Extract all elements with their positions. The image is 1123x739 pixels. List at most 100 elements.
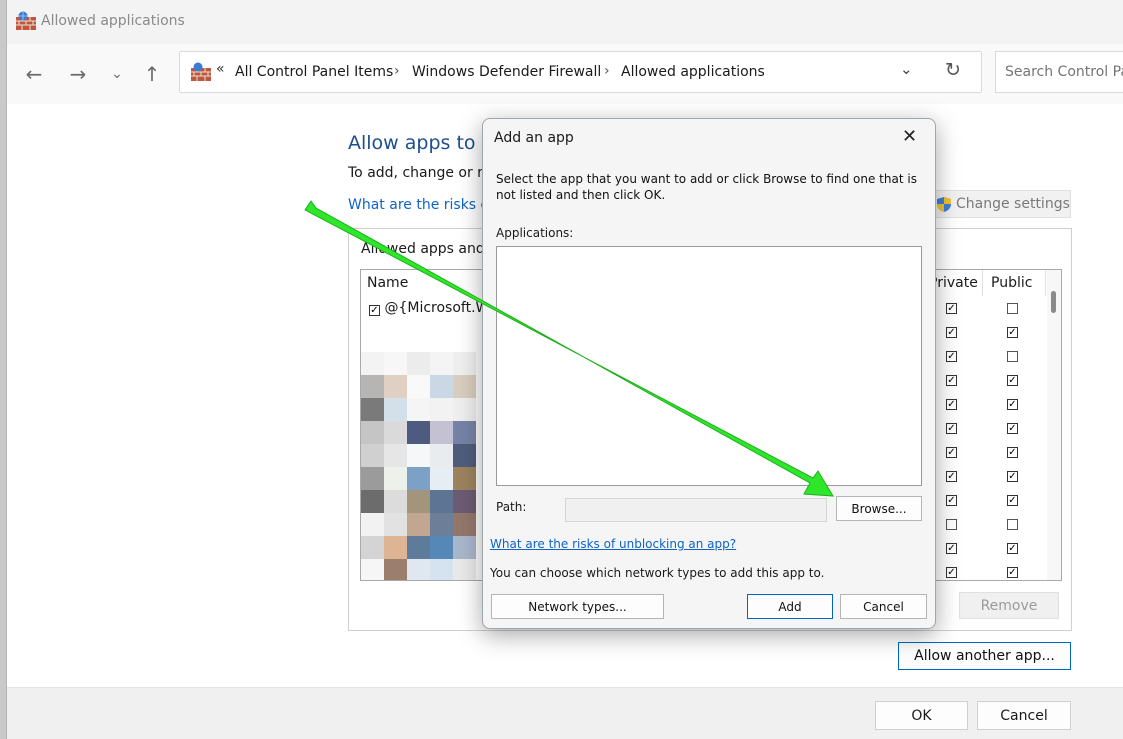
browse-button[interactable]: Browse... [836, 496, 922, 521]
private-network-checkbox[interactable] [946, 327, 957, 338]
recent-locations-chevron-icon[interactable]: ⌄ [104, 61, 130, 87]
public-network-checkbox[interactable] [1007, 447, 1018, 458]
allowed-apps-group-label: Allowed apps and [361, 241, 485, 257]
private-network-checkbox[interactable] [946, 447, 957, 458]
pixelated-tile [384, 398, 407, 421]
search-input[interactable] [995, 51, 1123, 93]
pixelated-tile [453, 398, 476, 421]
public-network-checkbox[interactable] [1007, 375, 1018, 386]
close-icon[interactable]: ✕ [902, 126, 917, 147]
pixelated-tile [430, 513, 453, 536]
breadcrumb-separator-icon[interactable]: › [604, 63, 610, 79]
pixelated-tile [453, 490, 476, 513]
private-network-checkbox[interactable] [946, 519, 957, 530]
dialog-cancel-button[interactable]: Cancel [840, 594, 927, 619]
network-types-button[interactable]: Network types... [491, 594, 664, 619]
add-button[interactable]: Add [747, 594, 833, 619]
public-network-checkbox[interactable] [1007, 519, 1018, 530]
pixelated-tile [384, 352, 407, 375]
column-header-public[interactable]: Public [991, 275, 1032, 291]
scrollbar-thumb[interactable] [1051, 291, 1056, 313]
unblocking-risks-link[interactable]: What are the risks of unblocking an app? [490, 537, 736, 551]
table-row[interactable]: @{Microsoft.Wi [369, 300, 493, 316]
pixelated-tile [407, 398, 430, 421]
private-network-checkbox[interactable] [946, 399, 957, 410]
breadcrumb-all-control-panel-items[interactable]: All Control Panel Items [235, 64, 393, 80]
public-network-checkbox[interactable] [1007, 303, 1018, 314]
public-network-checkbox[interactable] [1007, 567, 1018, 578]
forward-arrow-icon[interactable]: → [65, 61, 91, 87]
list-scrollbar[interactable] [1047, 270, 1061, 580]
pixelated-tile [430, 398, 453, 421]
pixelated-tile [453, 375, 476, 398]
breadcrumb-separator-icon[interactable]: › [394, 63, 400, 79]
column-divider [982, 270, 983, 296]
pixelated-tile [453, 352, 476, 375]
pixelated-tile [453, 536, 476, 559]
column-header-private[interactable]: Private [929, 275, 978, 291]
pixelated-tile [361, 352, 384, 375]
path-label: Path: [496, 500, 527, 514]
address-dropdown-chevron-icon[interactable]: ⌄ [900, 60, 913, 78]
public-network-checkbox[interactable] [1007, 351, 1018, 362]
add-an-app-dialog: Add an app ✕ Select the app that you wan… [482, 118, 936, 629]
change-settings-label: Change settings [956, 196, 1070, 212]
back-arrow-icon[interactable]: ← [21, 61, 47, 87]
public-network-checkbox[interactable] [1007, 327, 1018, 338]
pixelated-tile [384, 421, 407, 444]
public-network-checkbox[interactable] [1007, 399, 1018, 410]
pixelated-tile [407, 444, 430, 467]
breadcrumb-allowed-applications[interactable]: Allowed applications [621, 64, 765, 80]
private-network-checkbox[interactable] [946, 543, 957, 554]
private-network-checkbox[interactable] [946, 471, 957, 482]
remove-button[interactable]: Remove [959, 592, 1059, 619]
change-settings-button[interactable]: Change settings [925, 190, 1071, 218]
pixelated-tile [407, 536, 430, 559]
app-enabled-checkbox[interactable] [369, 305, 380, 316]
pixelated-tile [361, 513, 384, 536]
network-types-info: You can choose which network types to ad… [490, 566, 825, 580]
navigation-bar: ← → ⌄ ↑ « All Control Panel Items › Wind… [7, 44, 1123, 104]
public-network-checkbox[interactable] [1007, 423, 1018, 434]
pixelated-tile [361, 467, 384, 490]
pixelated-tile [361, 421, 384, 444]
private-network-checkbox[interactable] [946, 495, 957, 506]
private-network-checkbox[interactable] [946, 567, 957, 578]
public-network-checkbox[interactable] [1007, 543, 1018, 554]
pixelated-tile [361, 444, 384, 467]
pixelated-tile [407, 375, 430, 398]
refresh-icon[interactable]: ↻ [945, 59, 961, 81]
pixelated-tile [384, 444, 407, 467]
allow-another-app-button[interactable]: Allow another app... [898, 642, 1071, 670]
pixelated-tile [384, 467, 407, 490]
pixelated-tile [430, 352, 453, 375]
applications-list[interactable] [496, 246, 922, 486]
private-network-checkbox[interactable] [946, 375, 957, 386]
pixelated-tile [361, 375, 384, 398]
pixelated-tile [361, 536, 384, 559]
cancel-button[interactable]: Cancel [977, 701, 1071, 730]
pixelated-tile [384, 490, 407, 513]
private-network-checkbox[interactable] [946, 423, 957, 434]
pixelated-tile [407, 559, 430, 580]
private-network-checkbox[interactable] [946, 351, 957, 362]
window-title: Allowed applications [41, 13, 185, 29]
column-header-name[interactable]: Name [367, 275, 408, 291]
address-bar[interactable]: « All Control Panel Items › Windows Defe… [179, 51, 982, 93]
breadcrumb-windows-defender-firewall[interactable]: Windows Defender Firewall [412, 64, 601, 80]
public-network-checkbox[interactable] [1007, 471, 1018, 482]
firewall-icon [191, 62, 211, 81]
app-name: @{Microsoft.Wi [384, 300, 493, 316]
up-arrow-icon[interactable]: ↑ [139, 61, 165, 87]
title-bar: Allowed applications [7, 0, 1123, 44]
pixelated-tile [361, 398, 384, 421]
path-input[interactable] [565, 498, 827, 522]
double-chevron-icon[interactable]: « [216, 61, 225, 77]
private-network-checkbox[interactable] [946, 303, 957, 314]
dialog-title: Add an app [494, 130, 574, 146]
risks-link[interactable]: What are the risks of [348, 197, 494, 213]
pixelated-tile [407, 467, 430, 490]
public-network-checkbox[interactable] [1007, 495, 1018, 506]
ok-button[interactable]: OK [875, 701, 968, 730]
pixelated-tile [407, 513, 430, 536]
